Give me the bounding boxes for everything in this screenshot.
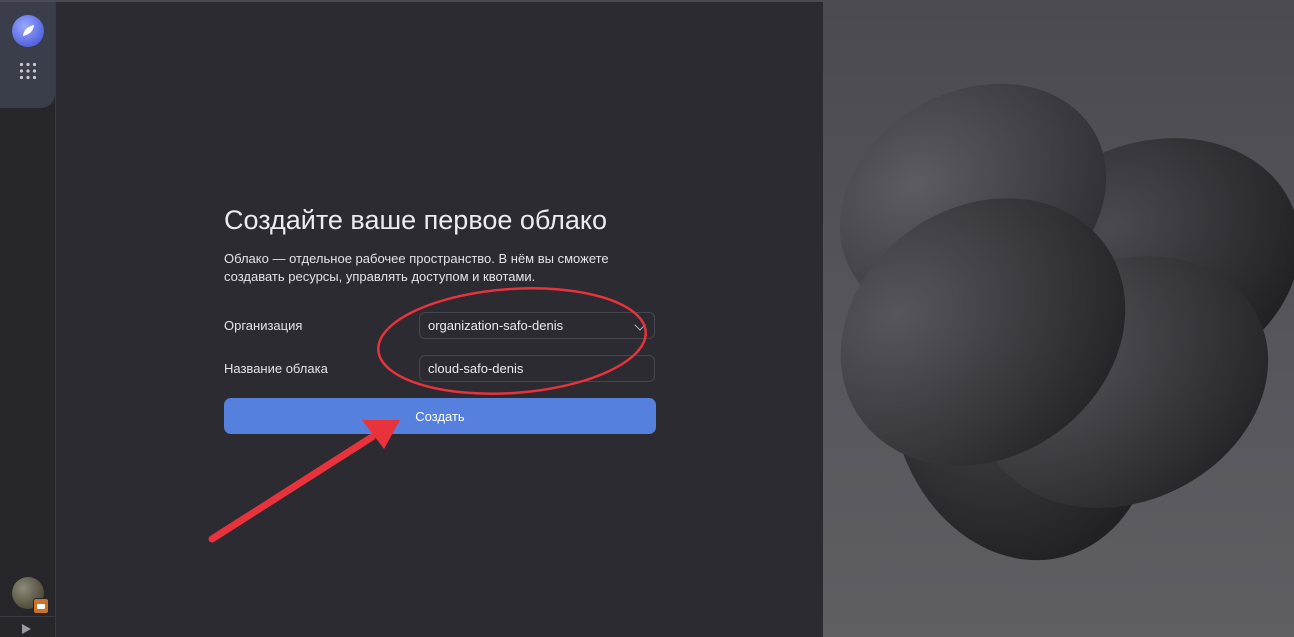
organization-label: Организация — [224, 318, 303, 333]
organization-select-value: organization-safo-denis — [428, 318, 564, 333]
cloud-name-input-value: cloud-safo-denis — [428, 361, 524, 376]
page-description: Облако — отдельное рабочее пространство.… — [224, 251, 609, 284]
expand-icon[interactable] — [22, 624, 31, 634]
create-button[interactable]: Создать — [224, 398, 656, 434]
page-title: Создайте ваше первое облако — [224, 205, 608, 235]
apps-grid-icon[interactable] — [19, 62, 37, 80]
left-sidebar — [0, 2, 56, 637]
cloud-name-input[interactable]: cloud-safo-denis — [419, 355, 655, 382]
logo-icon[interactable] — [12, 15, 44, 47]
organization-select[interactable]: organization-safo-denis — [419, 312, 655, 339]
sidebar-divider — [0, 616, 55, 617]
briefcase-badge-icon — [33, 598, 49, 614]
decorative-illustration — [823, 2, 1294, 637]
chevron-down-icon — [634, 319, 646, 331]
cloud-name-label: Название облака — [224, 361, 328, 376]
